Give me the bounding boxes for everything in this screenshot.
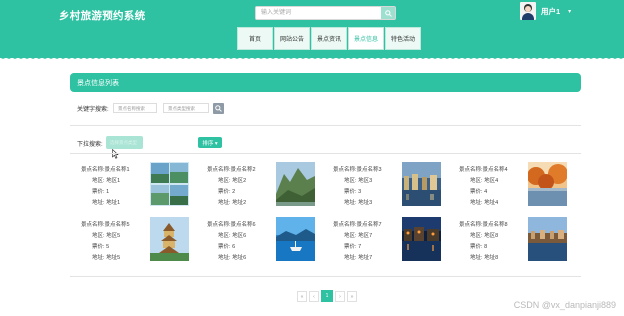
spot-price: 6 bbox=[232, 244, 236, 250]
first-page-button[interactable]: « bbox=[297, 291, 307, 302]
spot-name: 景点名称7 bbox=[356, 222, 382, 228]
spot-card[interactable]: 景点名称:景点名称4 地区: 地区4 票价: 4 地址: 地址4 bbox=[450, 162, 568, 208]
spot-region: 地区6 bbox=[232, 233, 247, 239]
spot-card[interactable]: 景点名称:景点名称6 地区: 地区6 票价: 6 地址: 地址6 bbox=[198, 217, 316, 263]
spot-name: 景点名称8 bbox=[482, 222, 508, 228]
spot-address: 地址8 bbox=[484, 255, 499, 261]
spot-price: 4 bbox=[484, 189, 488, 195]
spot-price: 2 bbox=[232, 189, 236, 195]
spot-name: 景点名称3 bbox=[356, 167, 382, 173]
spot-image[interactable] bbox=[276, 217, 315, 261]
nav-item-home[interactable]: 首页 bbox=[237, 27, 273, 50]
spot-type-search-input[interactable] bbox=[163, 103, 209, 113]
spot-image[interactable] bbox=[528, 217, 567, 261]
panel-header: 景点信息列表 bbox=[70, 73, 581, 92]
spot-address: 地址4 bbox=[484, 200, 499, 206]
spot-image[interactable] bbox=[402, 217, 441, 261]
spot-address: 地址1 bbox=[106, 200, 121, 206]
spot-image[interactable] bbox=[150, 162, 189, 206]
spot-name: 景点名称5 bbox=[104, 222, 130, 228]
chevron-down-icon: ▾ bbox=[568, 8, 572, 15]
next-page-button[interactable]: › bbox=[335, 291, 345, 302]
spot-card[interactable]: 景点名称:景点名称1 地区: 地区1 票价: 1 地址: 地址1 bbox=[72, 162, 190, 208]
spot-region: 地区8 bbox=[484, 233, 499, 239]
spot-card[interactable]: 景点名称:景点名称2 地区: 地区2 票价: 2 地址: 地址2 bbox=[198, 162, 316, 208]
divider bbox=[70, 153, 581, 154]
spot-image[interactable] bbox=[276, 162, 315, 206]
pagination: « ‹ 1 › » bbox=[297, 290, 359, 302]
nav-item-spot-news[interactable]: 景点资讯 bbox=[311, 27, 347, 50]
dropdown-search-label: 下拉搜索: bbox=[77, 142, 103, 148]
watermark: CSDN @vx_danpianji889 bbox=[513, 300, 616, 310]
spot-address: 地址7 bbox=[358, 255, 373, 261]
spot-address: 地址5 bbox=[106, 255, 121, 261]
nav-item-spot-info[interactable]: 景点信息 bbox=[348, 27, 384, 50]
spot-region: 地区1 bbox=[106, 178, 121, 184]
spot-address: 地址6 bbox=[232, 255, 247, 261]
spot-region: 地区2 bbox=[232, 178, 247, 184]
spot-image[interactable] bbox=[150, 217, 189, 261]
spot-name: 景点名称1 bbox=[104, 167, 130, 173]
spot-card[interactable]: 景点名称:景点名称7 地区: 地区7 票价: 7 地址: 地址7 bbox=[324, 217, 442, 263]
mouse-cursor-icon bbox=[112, 149, 119, 159]
divider bbox=[70, 276, 581, 277]
spot-image[interactable] bbox=[528, 162, 567, 206]
spot-name-search-input[interactable] bbox=[113, 103, 157, 113]
spot-name: 景点名称2 bbox=[230, 167, 256, 173]
search-button[interactable] bbox=[381, 7, 395, 19]
keyword-search-label: 关键字搜索: bbox=[77, 107, 109, 113]
search-icon bbox=[215, 105, 222, 112]
spot-address: 地址2 bbox=[232, 200, 247, 206]
user-menu[interactable]: 用户1 ▾ bbox=[520, 0, 571, 22]
spot-price: 7 bbox=[358, 244, 362, 250]
spot-card[interactable]: 景点名称:景点名称3 地区: 地区3 票价: 3 地址: 地址3 bbox=[324, 162, 442, 208]
divider bbox=[70, 125, 581, 126]
user-name: 用户1 bbox=[541, 6, 561, 16]
page-1-button[interactable]: 1 bbox=[321, 290, 333, 302]
spot-price: 1 bbox=[106, 189, 110, 195]
spot-region: 地区7 bbox=[358, 233, 373, 239]
spot-region: 地区3 bbox=[358, 178, 373, 184]
panel-title: 景点信息列表 bbox=[77, 80, 119, 87]
spot-address: 地址3 bbox=[358, 200, 373, 206]
spot-image[interactable] bbox=[402, 162, 441, 206]
nav-item-announcements[interactable]: 网站公告 bbox=[274, 27, 310, 50]
spot-region: 地区5 bbox=[106, 233, 121, 239]
spot-region: 地区4 bbox=[484, 178, 499, 184]
header-search bbox=[255, 6, 396, 20]
prev-page-button[interactable]: ‹ bbox=[309, 291, 319, 302]
main-nav: 首页 网站公告 景点资讯 景点信息 特色活动 bbox=[237, 27, 422, 50]
app-title: 乡村旅游预约系统 bbox=[59, 10, 146, 22]
spot-type-dropdown[interactable] bbox=[106, 136, 143, 149]
spot-card[interactable]: 景点名称:景点名称5 地区: 地区5 票价: 5 地址: 地址5 bbox=[72, 217, 190, 263]
spot-price: 8 bbox=[484, 244, 488, 250]
spot-name: 景点名称4 bbox=[482, 167, 508, 173]
sort-button[interactable]: 排序 ▾ bbox=[198, 137, 222, 148]
spot-price: 3 bbox=[358, 189, 362, 195]
keyword-search-button[interactable] bbox=[213, 103, 224, 114]
search-icon bbox=[384, 9, 392, 17]
spot-card[interactable]: 景点名称:景点名称8 地区: 地区8 票价: 8 地址: 地址8 bbox=[450, 217, 568, 263]
search-input[interactable] bbox=[256, 7, 382, 19]
avatar bbox=[520, 2, 536, 20]
last-page-button[interactable]: » bbox=[347, 291, 357, 302]
spot-price: 5 bbox=[106, 244, 110, 250]
nav-item-activities[interactable]: 特色活动 bbox=[385, 27, 421, 50]
spot-name: 景点名称6 bbox=[230, 222, 256, 228]
